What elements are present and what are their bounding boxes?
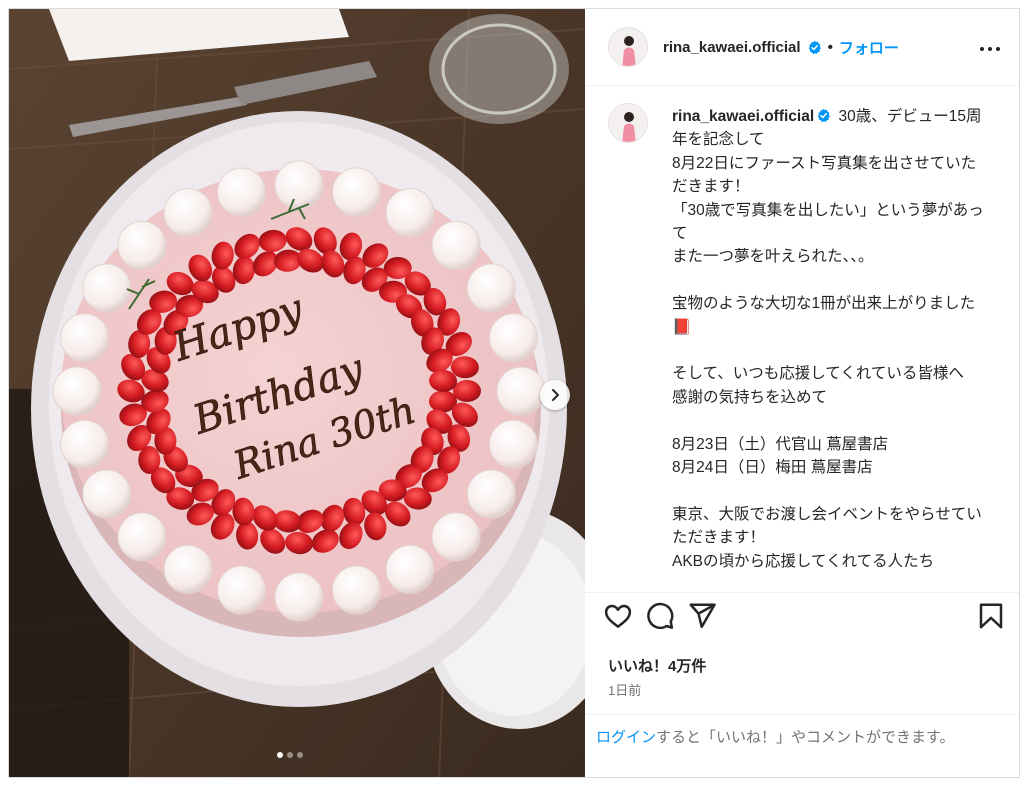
post-caption: rina_kawaei.official 30歳、デビュー15周年を記念して 8… [672,105,990,573]
separator-dot: • [827,39,833,56]
carousel-dot [277,752,283,758]
cream-dollop [117,512,167,562]
cream-dollop [488,313,538,363]
post-side-panel: rina_kawaei.official • フォロー rina_kawaei.… [586,9,1019,777]
bookmark-icon[interactable] [976,601,1006,631]
avatar-image [609,104,647,142]
like-count[interactable]: いいね！4万件 [608,655,706,676]
cream-dollop [82,469,132,519]
post-timestamp[interactable]: 1日前 [608,680,641,699]
chevron-right-icon [552,389,559,401]
cream-dollop [431,220,481,270]
cream-dollop [466,469,516,519]
login-prompt-text: ログインすると「いいね！」やコメントができます。 [596,727,1006,749]
more-options-icon[interactable] [978,39,1002,59]
cream-dollop [431,512,481,562]
carousel-indicator [277,752,303,758]
verified-badge-icon [808,40,821,55]
instagram-post-embed: Happy Birthday Rina 30th rina_kawaei.off… [8,8,1020,778]
post-header: rina_kawaei.official • フォロー [586,9,1019,86]
caption-username[interactable]: rina_kawaei.official [672,108,814,125]
cream-dollop [60,419,110,469]
cream-dollop [496,366,546,416]
login-prompt-rest: すると「いいね！」やコメントができます。 [656,729,955,746]
cream-dollop [163,188,213,238]
cake-photo-image: Happy Birthday Rina 30th [9,9,585,777]
cream-dollop [332,565,381,615]
action-bar [586,601,1019,635]
cream-dollop [217,167,266,217]
cream-dollop [163,544,213,594]
cream-dollop [385,544,435,594]
login-prompt: ログインすると「いいね！」やコメントができます。 [586,714,1019,777]
avatar-image [609,28,647,66]
cream-dollop [274,572,324,622]
carousel-dot [287,752,293,758]
verified-badge-icon [817,108,831,123]
cream-dollop [217,565,266,615]
caption-text: 30歳、デビュー15周年を記念して 8月22日にファースト写真集を出させていただ… [672,108,984,570]
cream-dollop [488,419,538,469]
username[interactable]: rina_kawaei.official [663,39,801,56]
carousel-dot [297,752,303,758]
caption-avatar[interactable] [608,103,648,143]
post-photo[interactable]: Happy Birthday Rina 30th [9,9,585,777]
share-icon[interactable] [687,601,717,631]
cream-dollop [82,263,132,313]
next-image-button[interactable] [540,380,570,410]
comment-icon[interactable] [645,601,675,631]
cream-dollop [385,188,435,238]
strawberry [453,380,481,402]
cream-dollop [332,167,381,217]
caption-section: rina_kawaei.official 30歳、デビュー15周年を記念して 8… [586,87,1019,593]
follow-button[interactable]: フォロー [839,37,899,58]
avatar[interactable] [608,27,648,67]
heart-icon[interactable] [603,601,633,631]
cream-dollop [52,366,102,416]
cream-dollop [117,220,167,270]
cream-dollop [466,263,516,313]
cream-dollop [60,313,110,363]
login-link[interactable]: ログイン [596,729,656,746]
cream-dollop [274,160,324,210]
